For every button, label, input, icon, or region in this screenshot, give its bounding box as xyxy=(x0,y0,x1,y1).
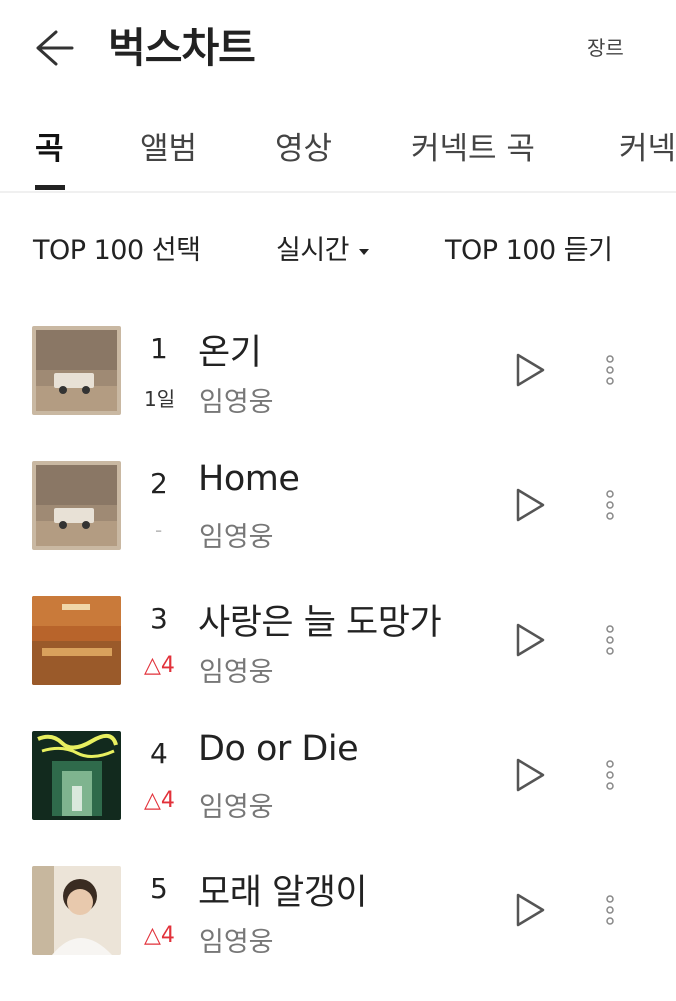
album-art[interactable] xyxy=(32,866,121,955)
rank-change: △4 xyxy=(144,788,175,813)
caret-down-icon xyxy=(359,248,370,255)
tab-connect-videos[interactable]: 커넥 xyxy=(619,123,676,168)
more-vertical-icon[interactable] xyxy=(598,350,622,390)
artist-name[interactable]: 임영웅 xyxy=(199,920,274,959)
more-vertical-icon[interactable] xyxy=(598,755,622,795)
tab-songs[interactable]: 곡 xyxy=(35,123,64,168)
play-icon[interactable] xyxy=(512,350,548,390)
play-icon[interactable] xyxy=(512,620,548,660)
tab-connect-songs[interactable]: 커넥트 곡 xyxy=(411,123,535,168)
chart-row[interactable]: 3 △4 사랑은 늘 도망가 임영웅 xyxy=(0,596,676,731)
song-title[interactable]: Do or Die xyxy=(198,729,359,769)
song-title[interactable]: 온기 xyxy=(198,324,262,375)
top100-listen-button[interactable]: TOP 100 듣기 xyxy=(445,228,613,267)
tab-videos[interactable]: 영상 xyxy=(275,123,332,168)
album-art[interactable] xyxy=(32,596,121,685)
artist-name[interactable]: 임영웅 xyxy=(199,650,274,689)
page-title: 벅스차트 xyxy=(108,24,256,72)
album-art[interactable] xyxy=(32,326,121,415)
rank-number: 2 xyxy=(150,467,168,500)
song-title[interactable]: Home xyxy=(198,459,300,499)
rank-change: △4 xyxy=(144,923,175,948)
song-title[interactable]: 사랑은 늘 도망가 xyxy=(198,594,442,645)
play-icon[interactable] xyxy=(512,890,548,930)
active-tab-indicator xyxy=(35,185,65,190)
song-title[interactable]: 모래 알갱이 xyxy=(198,864,368,915)
rank-number: 4 xyxy=(150,737,168,770)
genre-button[interactable]: 장르 xyxy=(587,32,624,61)
rank-number: 1 xyxy=(150,332,168,365)
more-vertical-icon[interactable] xyxy=(598,890,622,930)
rank-change: △4 xyxy=(144,653,175,678)
artist-name[interactable]: 임영웅 xyxy=(199,785,274,824)
app-header: 벅스차트 장르 xyxy=(0,0,676,95)
album-art[interactable] xyxy=(32,731,121,820)
tab-bar: 곡 앨범 영상 커넥트 곡 커넥 xyxy=(0,95,676,193)
rank-number: 3 xyxy=(150,602,168,635)
rank-number: 5 xyxy=(150,872,168,905)
filter-bar: TOP 100 선택 실시간 TOP 100 듣기 xyxy=(0,218,676,278)
chart-row[interactable]: 5 △4 모래 알갱이 임영웅 xyxy=(0,866,676,1001)
period-label: 실시간 xyxy=(276,235,350,266)
top100-select-button[interactable]: TOP 100 선택 xyxy=(33,228,201,267)
period-dropdown[interactable]: 실시간 xyxy=(276,228,370,267)
more-vertical-icon[interactable] xyxy=(598,485,622,525)
tab-albums[interactable]: 앨범 xyxy=(140,123,197,168)
rank-change: 1일 xyxy=(144,387,176,411)
more-vertical-icon[interactable] xyxy=(598,620,622,660)
rank-change: - xyxy=(155,518,163,542)
back-arrow-icon[interactable] xyxy=(30,24,76,70)
chart-row[interactable]: 2 - Home 임영웅 xyxy=(0,459,676,596)
artist-name[interactable]: 임영웅 xyxy=(199,380,274,419)
artist-name[interactable]: 임영웅 xyxy=(199,515,274,554)
chart-row[interactable]: 4 △4 Do or Die 임영웅 xyxy=(0,729,676,866)
play-icon[interactable] xyxy=(512,485,548,525)
chart-row[interactable]: 1 1일 온기 임영웅 xyxy=(0,326,676,461)
play-icon[interactable] xyxy=(512,755,548,795)
album-art[interactable] xyxy=(32,461,121,550)
